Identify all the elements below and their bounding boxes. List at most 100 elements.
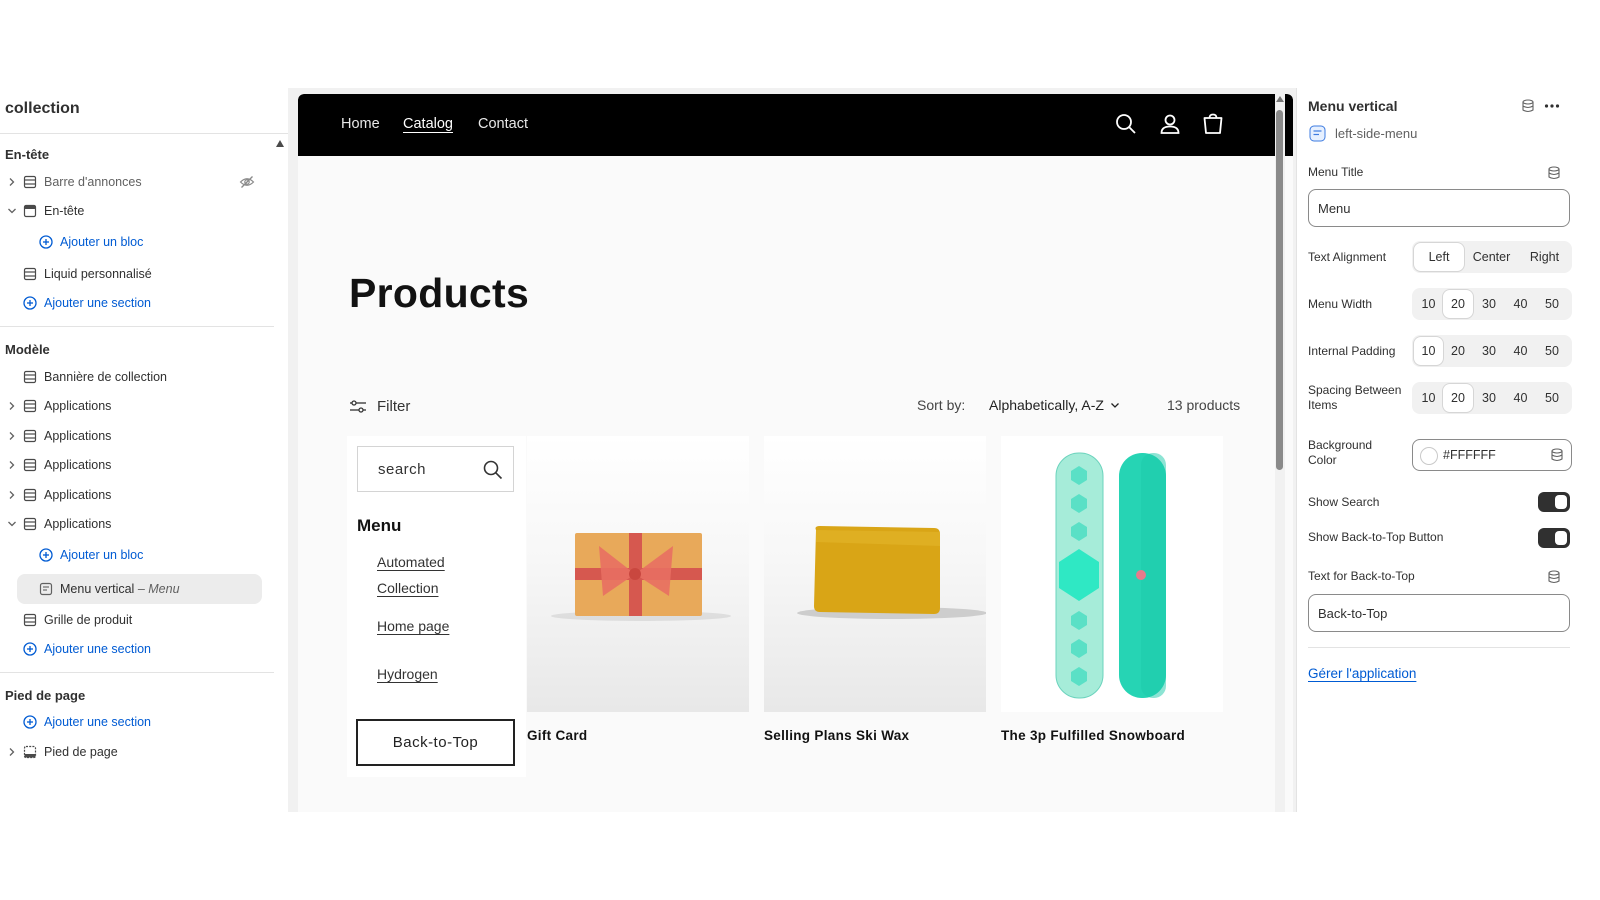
ski-wax-image[interactable]	[764, 436, 986, 712]
sidebar-item-applications[interactable]: Applications	[0, 482, 270, 508]
internal-padding-control[interactable]: 10 20 30 40 50	[1412, 335, 1572, 367]
database-icon[interactable]	[1547, 570, 1561, 584]
spacing-option[interactable]: 30	[1473, 384, 1505, 412]
section-icon	[23, 517, 37, 531]
scroll-up-arrow[interactable]	[1276, 96, 1284, 102]
spacing-control[interactable]: 10 20 30 40 50	[1412, 382, 1572, 414]
chevron-right-icon[interactable]	[7, 401, 17, 411]
add-section-label: Ajouter une section	[44, 642, 152, 656]
color-swatch[interactable]	[1420, 447, 1438, 465]
block-title: Menu vertical	[1308, 98, 1398, 114]
menu-title-input[interactable]: Menu	[1308, 189, 1570, 227]
sidebar-item-custom-liquid[interactable]: Liquid personnalisé	[0, 261, 270, 287]
sidebar-item-collection-banner[interactable]: Bannière de collection	[0, 364, 270, 390]
alignment-left-option[interactable]: Left	[1414, 243, 1464, 271]
chevron-down-icon[interactable]	[7, 519, 17, 529]
product-card[interactable]: The 3p Fulfilled Snowboard	[1001, 436, 1223, 743]
account-icon[interactable]	[1158, 112, 1182, 136]
sidebar-item-applications[interactable]: Applications	[0, 452, 270, 478]
sidebar-item-applications[interactable]: Applications	[0, 423, 270, 449]
menu-width-control[interactable]: 10 20 30 40 50	[1412, 288, 1572, 320]
database-icon[interactable]	[1547, 166, 1561, 180]
menu-width-option[interactable]: 20	[1443, 290, 1473, 318]
sidebar-item-footer[interactable]: Pied de page	[0, 739, 270, 765]
product-name[interactable]: Selling Plans Ski Wax	[764, 728, 986, 743]
sidebar-item-applications-expanded[interactable]: Applications	[0, 511, 270, 537]
sidebar-item-product-grid[interactable]: Grille de produit	[0, 607, 270, 633]
menu-width-option[interactable]: 10	[1414, 290, 1443, 318]
padding-option[interactable]: 40	[1505, 337, 1536, 365]
nav-home[interactable]: Home	[341, 116, 380, 132]
spacing-option[interactable]: 20	[1443, 384, 1473, 412]
add-block-button[interactable]: Ajouter un bloc	[0, 229, 270, 255]
section-icon	[23, 267, 37, 281]
chevron-right-icon[interactable]	[7, 177, 17, 187]
sidebar-item-applications[interactable]: Applications	[0, 393, 270, 419]
alignment-right-option[interactable]: Right	[1519, 243, 1570, 271]
padding-option[interactable]: 30	[1473, 337, 1505, 365]
text-alignment-control[interactable]: Left Center Right	[1412, 241, 1572, 273]
add-section-button[interactable]: Ajouter une section	[0, 636, 270, 662]
chevron-right-icon[interactable]	[7, 460, 17, 470]
chevron-right-icon[interactable]	[7, 431, 17, 441]
filter-button[interactable]: Filter	[349, 398, 410, 415]
back-to-top-button[interactable]: Back-to-Top	[356, 719, 515, 766]
spacing-option[interactable]: 40	[1505, 384, 1536, 412]
header-section-icon	[23, 204, 37, 218]
more-options-icon[interactable]	[1544, 99, 1560, 113]
back-top-text-input[interactable]: Back-to-Top	[1308, 594, 1570, 632]
nav-contact[interactable]: Contact	[478, 116, 528, 132]
search-icon[interactable]	[482, 459, 504, 481]
nav-catalog[interactable]: Catalog	[403, 116, 453, 132]
background-color-input[interactable]: #FFFFFF	[1412, 439, 1572, 471]
chevron-right-icon[interactable]	[7, 747, 17, 757]
plus-circle-icon	[23, 642, 37, 656]
chevron-down-icon[interactable]	[7, 206, 17, 216]
cart-icon[interactable]	[1201, 112, 1225, 136]
gift-card-image[interactable]	[527, 436, 749, 712]
sidebar-item-header[interactable]: En-tête	[0, 198, 270, 224]
product-card[interactable]: Selling Plans Ski Wax	[764, 436, 986, 743]
vertical-menu-block: search Menu Automated Collection Home pa…	[347, 436, 526, 777]
menu-link-automated-collection[interactable]: Automated Collection	[377, 549, 487, 601]
product-name[interactable]: The 3p Fulfilled Snowboard	[1001, 728, 1223, 743]
menu-width-option[interactable]: 50	[1536, 290, 1568, 318]
section-icon	[23, 399, 37, 413]
alignment-center-option[interactable]: Center	[1464, 243, 1519, 271]
show-search-toggle[interactable]	[1538, 492, 1570, 512]
add-block-button[interactable]: Ajouter un bloc	[0, 542, 270, 568]
search-icon[interactable]	[1114, 112, 1138, 136]
menu-link-home-page[interactable]: Home page	[377, 613, 449, 639]
divider	[0, 326, 274, 327]
add-block-label: Ajouter un bloc	[60, 235, 144, 249]
spacing-option[interactable]: 10	[1414, 384, 1443, 412]
hidden-eye-icon[interactable]	[239, 175, 255, 189]
add-section-button[interactable]: Ajouter une section	[0, 709, 270, 735]
sidebar-item-announcement-bar[interactable]: Barre d'annonces	[0, 169, 270, 195]
menu-width-option[interactable]: 40	[1505, 290, 1536, 318]
menu-link-hydrogen[interactable]: Hydrogen	[377, 661, 438, 687]
manage-app-link[interactable]: Gérer l'application	[1308, 666, 1416, 681]
product-name[interactable]: Gift Card	[527, 728, 749, 743]
sidebar-item-label: Bannière de collection	[44, 370, 167, 384]
menu-title-label: Menu Title	[1308, 165, 1364, 179]
add-section-button[interactable]: Ajouter une section	[0, 290, 270, 316]
chevron-right-icon[interactable]	[7, 490, 17, 500]
padding-option[interactable]: 20	[1443, 337, 1473, 365]
database-icon[interactable]	[1550, 448, 1564, 462]
show-back-top-toggle[interactable]	[1538, 528, 1570, 548]
scroll-up-arrow[interactable]	[276, 140, 284, 147]
padding-option[interactable]: 10	[1414, 337, 1443, 365]
spacing-option[interactable]: 50	[1536, 384, 1568, 412]
sidebar-item-menu-vertical[interactable]: Menu vertical – Menu	[17, 574, 262, 604]
product-card[interactable]: Gift Card	[527, 436, 749, 743]
snowboard-image[interactable]	[1001, 436, 1223, 712]
database-icon[interactable]	[1521, 99, 1535, 113]
preview-scrollbar-thumb[interactable]	[1276, 110, 1283, 470]
sidebar-item-label: Menu vertical	[60, 582, 135, 596]
sort-select[interactable]: Alphabetically, A-Z	[989, 397, 1120, 413]
padding-option[interactable]: 50	[1536, 337, 1568, 365]
menu-search-input[interactable]: search	[357, 446, 514, 492]
menu-width-option[interactable]: 30	[1473, 290, 1505, 318]
template-title: collection	[5, 100, 80, 117]
